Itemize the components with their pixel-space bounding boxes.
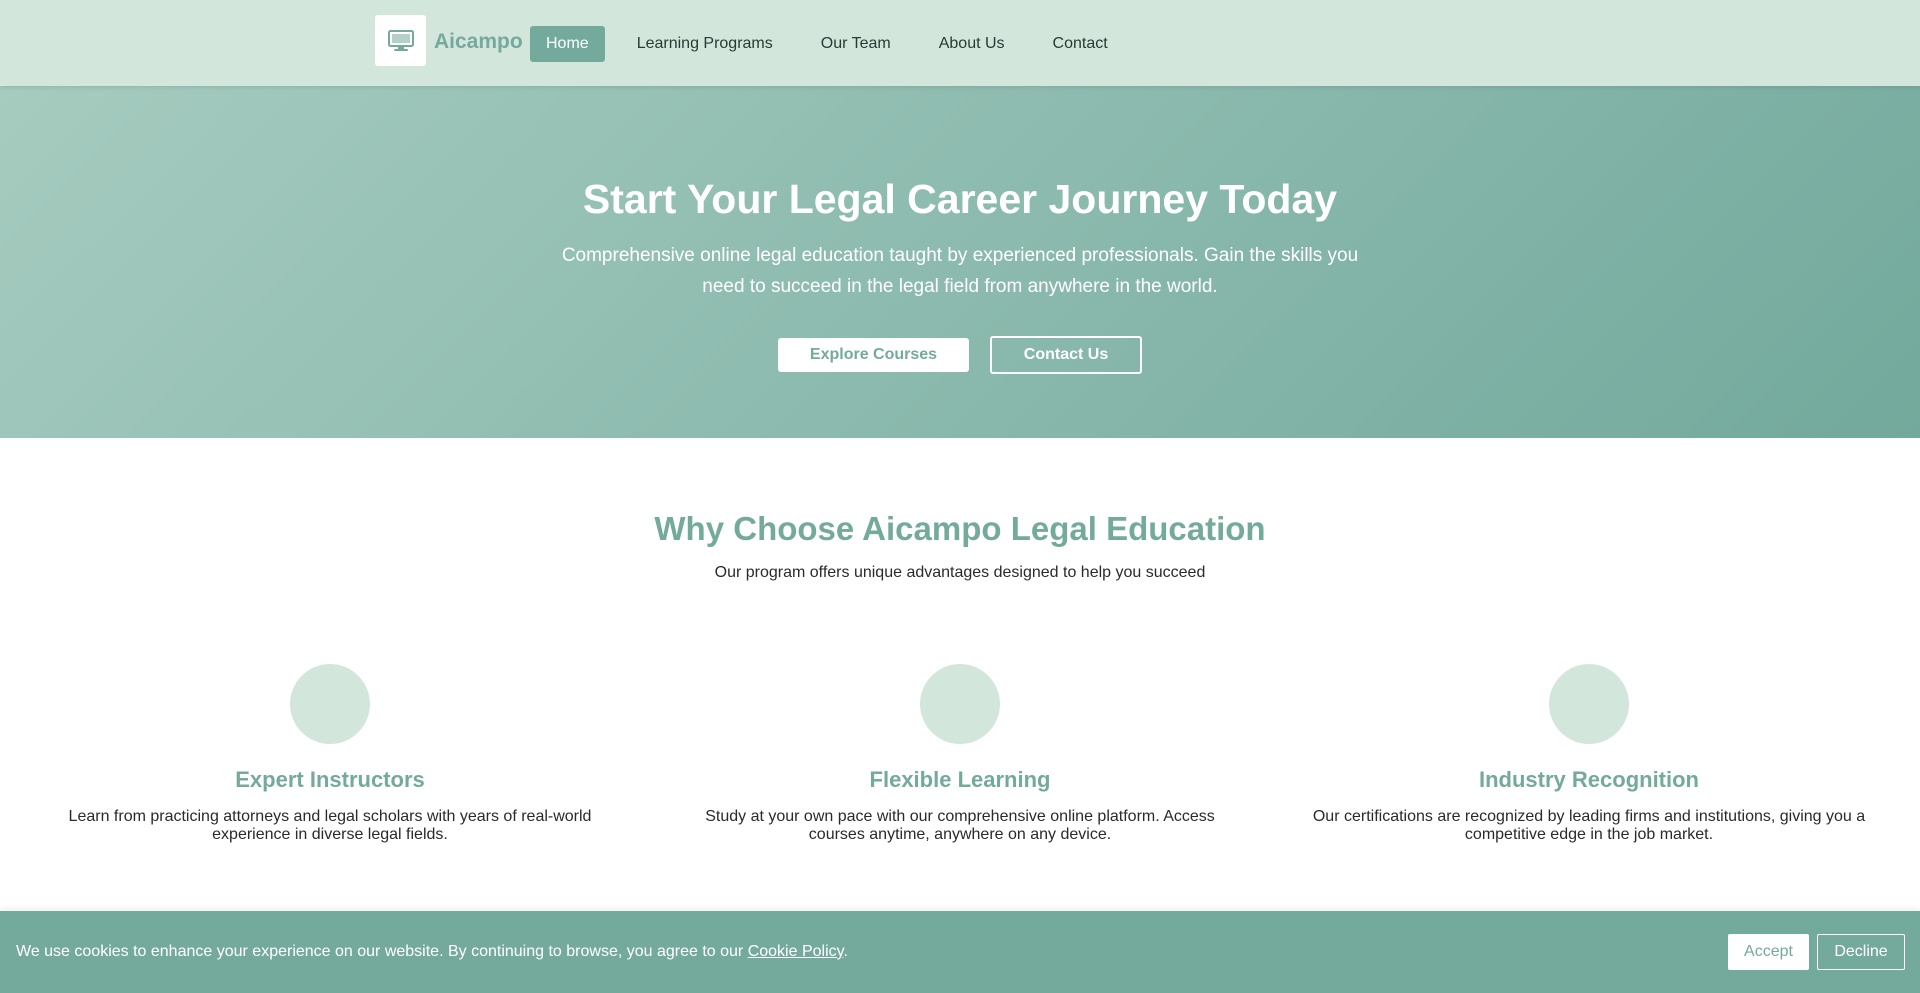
contact-us-button[interactable]: Contact Us	[990, 336, 1142, 374]
nav-contact[interactable]: Contact	[1037, 26, 1124, 62]
features-title: Why Choose Aicampo Legal Education	[654, 510, 1266, 547]
feature-icon	[920, 664, 1000, 744]
hero-subtitle: Comprehensive online legal education tau…	[561, 245, 1359, 297]
main-nav: Home Learning Programs Our Team About Us…	[530, 26, 1140, 62]
cookie-message: We use cookies to enhance your experienc…	[16, 943, 848, 961]
brand-name[interactable]: Aicampo	[434, 30, 523, 54]
cookie-text: We use cookies to enhance your experienc…	[16, 943, 748, 960]
site-header: Aicampo Home Learning Programs Our Team …	[0, 0, 1920, 86]
nav-about-us[interactable]: About Us	[923, 26, 1021, 62]
feature-flexible-learning: Flexible Learning Study at your own pace…	[670, 664, 1250, 844]
cookie-accept-button[interactable]: Accept	[1728, 934, 1809, 970]
feature-title: Expert Instructors	[235, 767, 425, 792]
features-subtitle: Our program offers unique advantages des…	[714, 564, 1206, 581]
cookie-banner: We use cookies to enhance your experienc…	[0, 911, 1920, 993]
nav-home[interactable]: Home	[530, 26, 605, 62]
hero-title: Start Your Legal Career Journey Today	[582, 176, 1338, 222]
cookie-policy-link[interactable]: Cookie Policy	[748, 943, 844, 960]
feature-text: Study at your own pace with our comprehe…	[705, 808, 1215, 843]
feature-text: Our certifications are recognized by lea…	[1312, 808, 1866, 843]
feature-text: Learn from practicing attorneys and lega…	[68, 808, 592, 843]
cookie-text-end: .	[843, 943, 848, 960]
feature-title: Industry Recognition	[1479, 767, 1699, 792]
logo[interactable]	[375, 15, 426, 66]
nav-our-team[interactable]: Our Team	[805, 26, 907, 62]
feature-expert-instructors: Expert Instructors Learn from practicing…	[40, 664, 620, 844]
cookie-decline-button[interactable]: Decline	[1817, 934, 1905, 970]
nav-learning-programs[interactable]: Learning Programs	[621, 26, 789, 62]
hero-section: Start Your Legal Career Journey Today Co…	[0, 86, 1920, 438]
explore-courses-button[interactable]: Explore Courses	[778, 338, 969, 372]
feature-icon	[1549, 664, 1629, 744]
feature-title: Flexible Learning	[869, 767, 1051, 792]
feature-industry-recognition: Industry Recognition Our certifications …	[1299, 664, 1879, 844]
monitor-icon	[387, 29, 414, 51]
feature-icon	[290, 664, 370, 744]
